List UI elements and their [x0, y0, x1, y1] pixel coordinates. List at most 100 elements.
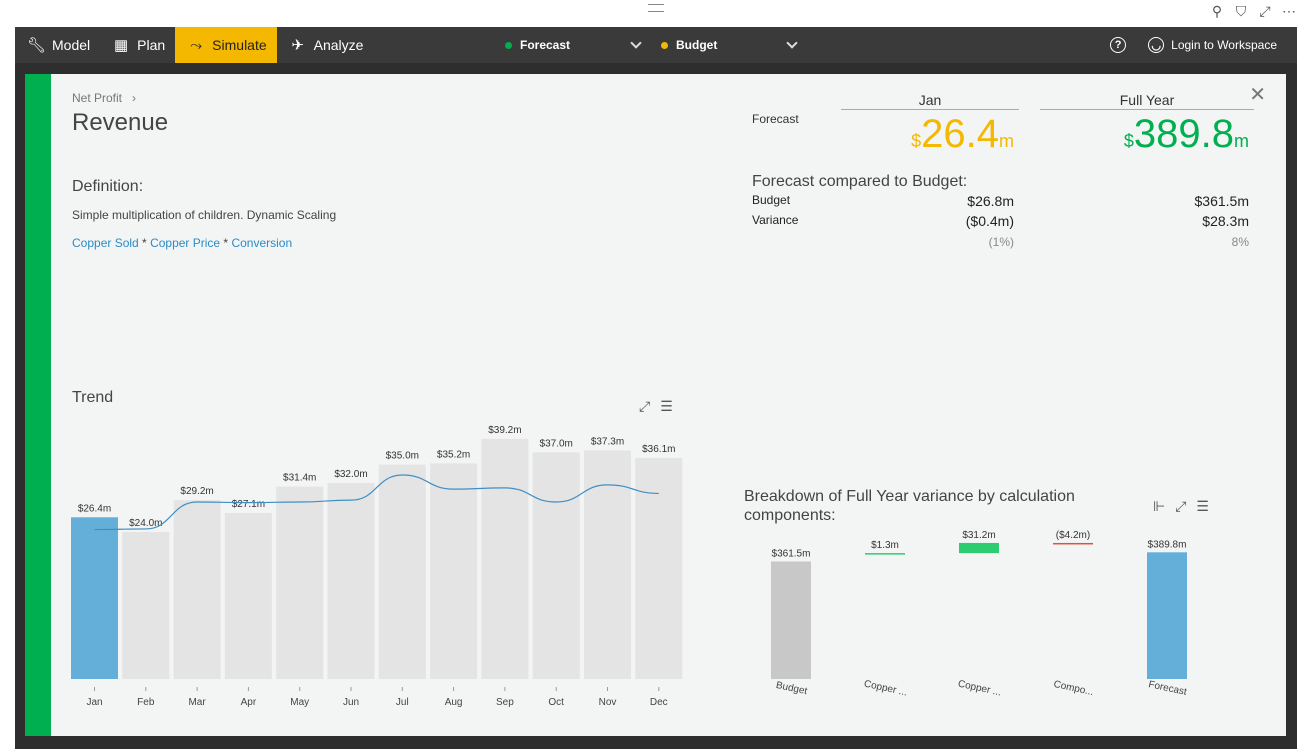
trend-bar	[122, 532, 170, 679]
trend-tick-label: Sep	[496, 697, 514, 708]
trend-bar	[71, 517, 118, 679]
visual-container: 🔧︎ Model ▦ Plan ⤳ Simulate ✈︎ Analyze Fo…	[15, 27, 1297, 749]
breakdown-waterfall-chart: $361.5m Budget $1.3m Copper ... $31.2m Copper…	[771, 530, 1188, 699]
menu-icon[interactable]: ☰	[660, 398, 673, 415]
menu-icon[interactable]: ☰	[1196, 498, 1209, 515]
waterfall-bar	[865, 553, 905, 555]
login-label: Login to Workspace	[1171, 38, 1277, 52]
breakdown-heading: Breakdown of Full Year variance by calcu…	[744, 488, 1075, 524]
nav-plan-label: Plan	[137, 37, 166, 53]
jan-forecast-value: $ 26.4 m	[911, 112, 1014, 157]
visual-header-icons: ⚲ ⛉ ⤢ ⋯	[1210, 3, 1296, 20]
nav-analyze[interactable]: ✈︎ Analyze	[277, 27, 374, 63]
trend-tick-label: Aug	[445, 697, 463, 708]
pin-icon[interactable]: ⚲	[1210, 3, 1224, 20]
kpi-number: 26.4	[921, 112, 999, 156]
trend-tick-label: Jun	[343, 697, 359, 708]
expand-icon[interactable]: ⤢	[639, 398, 650, 415]
trend-bar	[481, 438, 529, 679]
report-frame: ⚲ ⛉ ⤢ ⋯ 🔧︎ Model ▦ Plan ⤳ Simulate ✈︎ An…	[0, 0, 1304, 754]
help-icon[interactable]: ?	[1110, 37, 1127, 53]
jan-variance-pct: (1%)	[988, 235, 1014, 249]
drag-grip-icon[interactable]	[648, 4, 664, 12]
trend-data-label: $37.0m	[540, 438, 573, 449]
forecast-dot-icon	[505, 41, 512, 49]
trend-bar	[224, 513, 272, 679]
compare-heading: Forecast compared to Budget:	[752, 173, 968, 190]
breadcrumb[interactable]: Net Profit ›	[72, 91, 136, 105]
trend-data-label: $31.4m	[283, 473, 316, 484]
trend-data-label: $26.4m	[78, 503, 111, 514]
fy-budget-value: $361.5m	[1194, 193, 1249, 209]
trend-data-label: $32.0m	[334, 469, 367, 480]
detail-panel: ✕ Net Profit › Revenue Definition: Simpl…	[25, 74, 1286, 736]
trend-data-label: $37.3m	[591, 437, 624, 448]
trend-tick-label: Feb	[137, 697, 155, 708]
scenario-budget-dropdown[interactable]: Budget	[661, 27, 798, 63]
nav-plan[interactable]: ▦ Plan	[100, 27, 175, 63]
trend-bar	[276, 486, 324, 679]
trend-tick-label: May	[290, 697, 309, 708]
nav-model[interactable]: 🔧︎ Model	[15, 27, 100, 63]
chevron-down-icon	[786, 37, 798, 49]
budget-dot-icon	[661, 41, 668, 49]
waterfall-data-label: $31.2m	[962, 530, 995, 541]
trend-tick-label: Apr	[241, 697, 257, 708]
full-year-forecast-value: $ 389.8 m	[1124, 112, 1249, 157]
kpi-number: 389.8	[1133, 112, 1234, 156]
column-header-jan: Jan	[841, 92, 1019, 110]
table-icon: ▦	[114, 37, 129, 54]
chevron-right-icon: ›	[125, 91, 137, 105]
trend-tick-label: Mar	[188, 697, 206, 708]
definition-heading: Definition:	[72, 178, 144, 195]
waterfall-bar	[771, 561, 811, 679]
formula-operator: *	[220, 236, 232, 250]
variance-row-label: Variance	[752, 213, 799, 227]
focus-mode-icon[interactable]: ⤢	[1258, 3, 1272, 20]
waterfall-data-label: ($4.2m)	[1056, 530, 1090, 541]
budget-row-label: Budget	[752, 193, 791, 207]
fy-variance-pct: 8%	[1231, 235, 1249, 249]
trend-chart: $26.4m Jan $24.0m Feb $29.2m Mar $27.1m Apr $31.…	[71, 425, 683, 708]
scenario-forecast-label: Forecast	[520, 38, 571, 52]
fy-variance-value: $28.3m	[1202, 213, 1249, 229]
currency-symbol: $	[911, 131, 922, 151]
waterfall-tick-label: Compo...	[1053, 679, 1095, 698]
login-button[interactable]: ◡ Login to Workspace	[1148, 37, 1277, 53]
trend-data-label: $24.0m	[129, 518, 162, 529]
trend-heading: Trend	[72, 389, 114, 406]
wrench-icon: 🔧︎	[27, 37, 47, 54]
expand-icon[interactable]: ⤢	[1175, 498, 1186, 515]
nav-model-label: Model	[52, 37, 91, 53]
formula-link-conversion[interactable]: Conversion	[231, 236, 292, 250]
formula-link-copper-sold[interactable]: Copper Sold	[72, 236, 139, 250]
trend-tick-label: Jul	[396, 697, 409, 708]
nav-simulate[interactable]: ⤳ Simulate	[175, 27, 277, 63]
jan-budget-value: $26.8m	[967, 193, 1014, 209]
trend-bar	[173, 500, 221, 679]
chevron-down-icon	[630, 37, 642, 49]
trend-data-label: $29.2m	[180, 486, 213, 497]
waterfall-bar	[1053, 542, 1093, 545]
waterfall-data-label: $1.3m	[871, 540, 899, 551]
scenario-forecast-dropdown[interactable]: Forecast	[505, 27, 642, 63]
scenario-budget-label: Budget	[676, 38, 718, 52]
waterfall-data-label: $389.8m	[1148, 539, 1187, 550]
chart-type-icon[interactable]: ⊩	[1153, 498, 1165, 515]
trend-data-label: $36.1m	[642, 444, 675, 455]
breakdown-chart-controls: ⊩ ⤢ ☰	[1153, 498, 1209, 515]
trend-bar	[430, 463, 478, 679]
scenario-color-bar	[25, 74, 51, 736]
filter-icon[interactable]: ⛉	[1234, 3, 1248, 20]
user-icon: ◡	[1148, 37, 1165, 53]
navbar-right: ? ◡ Login to Workspace	[1110, 27, 1277, 63]
trend-data-label: $39.2m	[488, 425, 521, 436]
formula-link-copper-price[interactable]: Copper Price	[150, 236, 220, 250]
waterfall-tick-label: Copper ...	[863, 679, 908, 699]
trend-tick-label: Jan	[86, 697, 102, 708]
trend-tick-label: Dec	[650, 697, 668, 708]
more-options-icon[interactable]: ⋯	[1282, 3, 1296, 20]
waterfall-tick-label: Forecast	[1147, 679, 1188, 698]
trend-bar	[532, 452, 580, 679]
nav-simulate-label: Simulate	[212, 37, 267, 53]
